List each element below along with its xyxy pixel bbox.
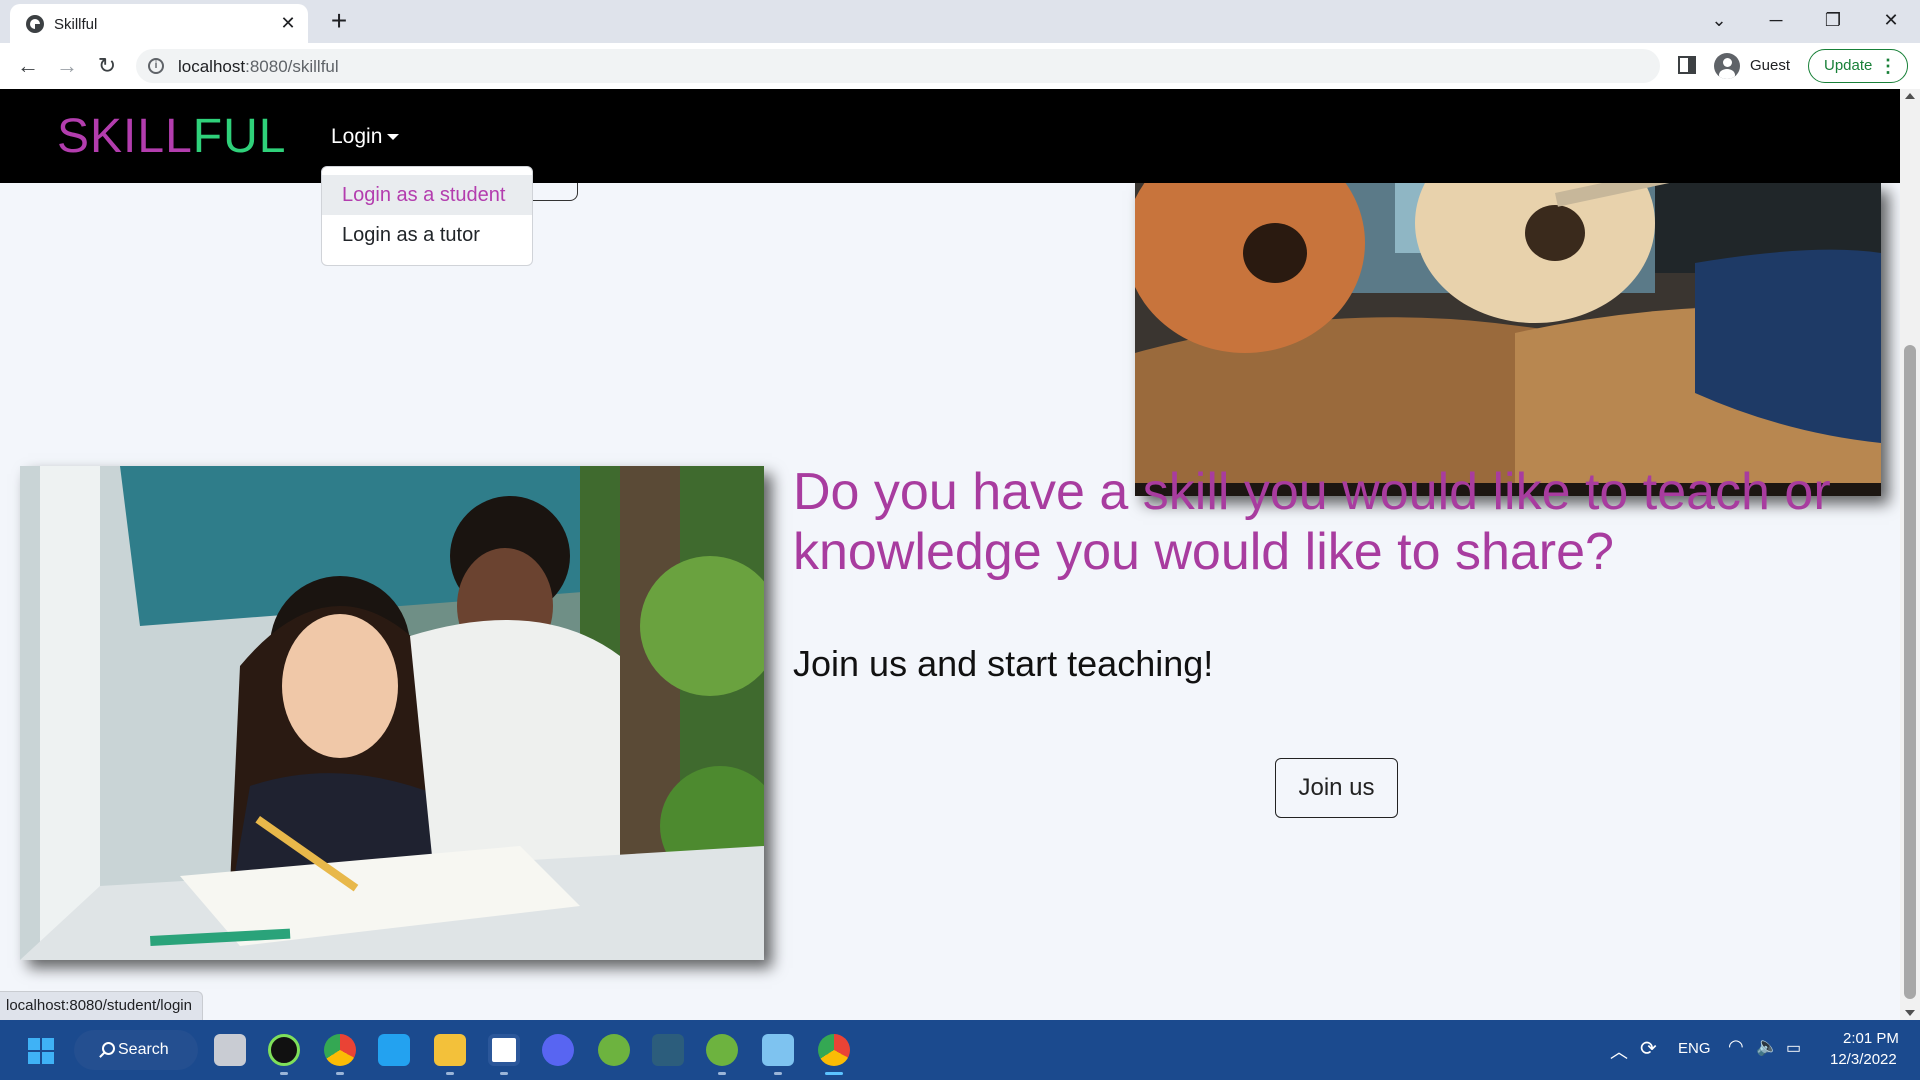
login-student-item[interactable]: Login as a student	[322, 175, 532, 215]
scroll-up-arrow-icon[interactable]	[1905, 93, 1915, 99]
file-explorer-icon[interactable]	[434, 1034, 466, 1066]
windows-taskbar: Search ︿ ⟳ ENG ◠ 🔈 ▭ 2:01 PM 12/3/2022	[0, 1020, 1920, 1080]
wifi-icon[interactable]: ◠	[1728, 1036, 1744, 1057]
side-panel-icon[interactable]	[1678, 56, 1696, 74]
browser-tabstrip: Skillful ✕ + ⌄ ─ ❐ ✕	[0, 0, 1920, 43]
close-tab-icon[interactable]: ✕	[278, 13, 298, 33]
language-indicator[interactable]: ENG	[1678, 1040, 1711, 1057]
active-app-indicator	[825, 1072, 843, 1075]
app-running-indicator	[280, 1072, 288, 1075]
taskbar-search[interactable]: Search	[74, 1030, 198, 1070]
tab-search-chevron-icon[interactable]: ⌄	[1704, 6, 1734, 34]
volume-icon[interactable]: 🔈	[1756, 1036, 1778, 1057]
avatar-icon	[1714, 53, 1740, 79]
reload-icon[interactable]: ↻	[93, 52, 121, 80]
taskbar-search-label: Search	[118, 1041, 169, 1058]
update-button[interactable]: Update ⋮	[1808, 49, 1908, 83]
sync-icon[interactable]: ⟳	[1640, 1036, 1657, 1061]
new-tab-button[interactable]: +	[326, 7, 352, 35]
login-tutor-item[interactable]: Login as a tutor	[322, 215, 532, 255]
update-label: Update	[1824, 57, 1873, 74]
web-page: SKILLFUL Login Login as a student Login …	[0, 89, 1900, 1020]
guitar-players-image	[1135, 183, 1881, 496]
page-scrollbar[interactable]	[1900, 89, 1920, 1020]
join-us-button[interactable]: Join us	[1275, 758, 1398, 818]
brand-logo[interactable]: SKILLFUL	[57, 109, 286, 164]
site-navbar: SKILLFUL Login	[0, 89, 1900, 183]
task-view-icon[interactable]	[214, 1034, 246, 1066]
scroll-down-arrow-icon[interactable]	[1905, 1010, 1915, 1016]
browser-toolbar: ← → ↻ i localhost:8080/skillful Guest Up…	[0, 43, 1920, 89]
spring-tools-app-icon[interactable]	[598, 1034, 630, 1066]
forward-arrow-icon[interactable]: →	[53, 52, 81, 80]
obs-app-icon[interactable]	[268, 1034, 300, 1066]
clock-time[interactable]: 2:01 PM	[1843, 1030, 1899, 1047]
back-arrow-icon[interactable]: ←	[14, 52, 42, 80]
word-app-icon[interactable]	[488, 1034, 520, 1066]
app-running-indicator	[446, 1072, 454, 1075]
close-window-button[interactable]: ✕	[1876, 6, 1906, 34]
restore-button[interactable]: ❐	[1818, 6, 1848, 34]
vscode-app-icon[interactable]	[378, 1034, 410, 1066]
link-status-bubble: localhost:8080/student/login	[0, 991, 203, 1020]
app-running-indicator	[774, 1072, 782, 1075]
browser-tab[interactable]: Skillful ✕	[10, 4, 308, 43]
globe-icon	[26, 15, 44, 33]
spring-tools-app-icon-2[interactable]	[706, 1034, 738, 1066]
chrome-profile-app-icon[interactable]	[324, 1034, 356, 1066]
search-icon	[102, 1042, 115, 1055]
login-dropdown-toggle[interactable]: Login	[331, 125, 400, 149]
teach-headline: Do you have a skill you would like to te…	[793, 463, 1831, 581]
clock-date[interactable]: 12/3/2022	[1830, 1051, 1897, 1068]
discord-app-icon[interactable]	[542, 1034, 574, 1066]
scroll-thumb[interactable]	[1904, 345, 1916, 999]
students-studying-image	[20, 466, 764, 960]
mysql-workbench-app-icon[interactable]	[652, 1034, 684, 1066]
show-hidden-icons-chevron-icon[interactable]: ︿	[1610, 1038, 1628, 1064]
caret-down-icon	[387, 134, 400, 141]
site-info-icon[interactable]: i	[148, 58, 164, 74]
address-bar[interactable]: i localhost:8080/skillful	[136, 49, 1660, 83]
notepad-app-icon[interactable]	[762, 1034, 794, 1066]
start-teaching-subheading: Join us and start teaching!	[793, 643, 1214, 684]
battery-icon[interactable]: ▭	[1786, 1038, 1801, 1058]
windows-start-icon[interactable]	[28, 1038, 54, 1064]
app-running-indicator	[336, 1072, 344, 1075]
more-menu-icon: ⋮	[1879, 56, 1897, 76]
chrome-app-icon[interactable]	[818, 1034, 850, 1066]
url-text[interactable]: localhost:8080/skillful	[178, 57, 339, 77]
minimize-button[interactable]: ─	[1761, 6, 1791, 34]
profile-label: Guest	[1750, 57, 1791, 74]
app-running-indicator	[718, 1072, 726, 1075]
tab-title: Skillful	[54, 16, 98, 33]
login-dropdown-menu: Login as a student Login as a tutor	[321, 166, 533, 266]
app-running-indicator	[500, 1072, 508, 1075]
